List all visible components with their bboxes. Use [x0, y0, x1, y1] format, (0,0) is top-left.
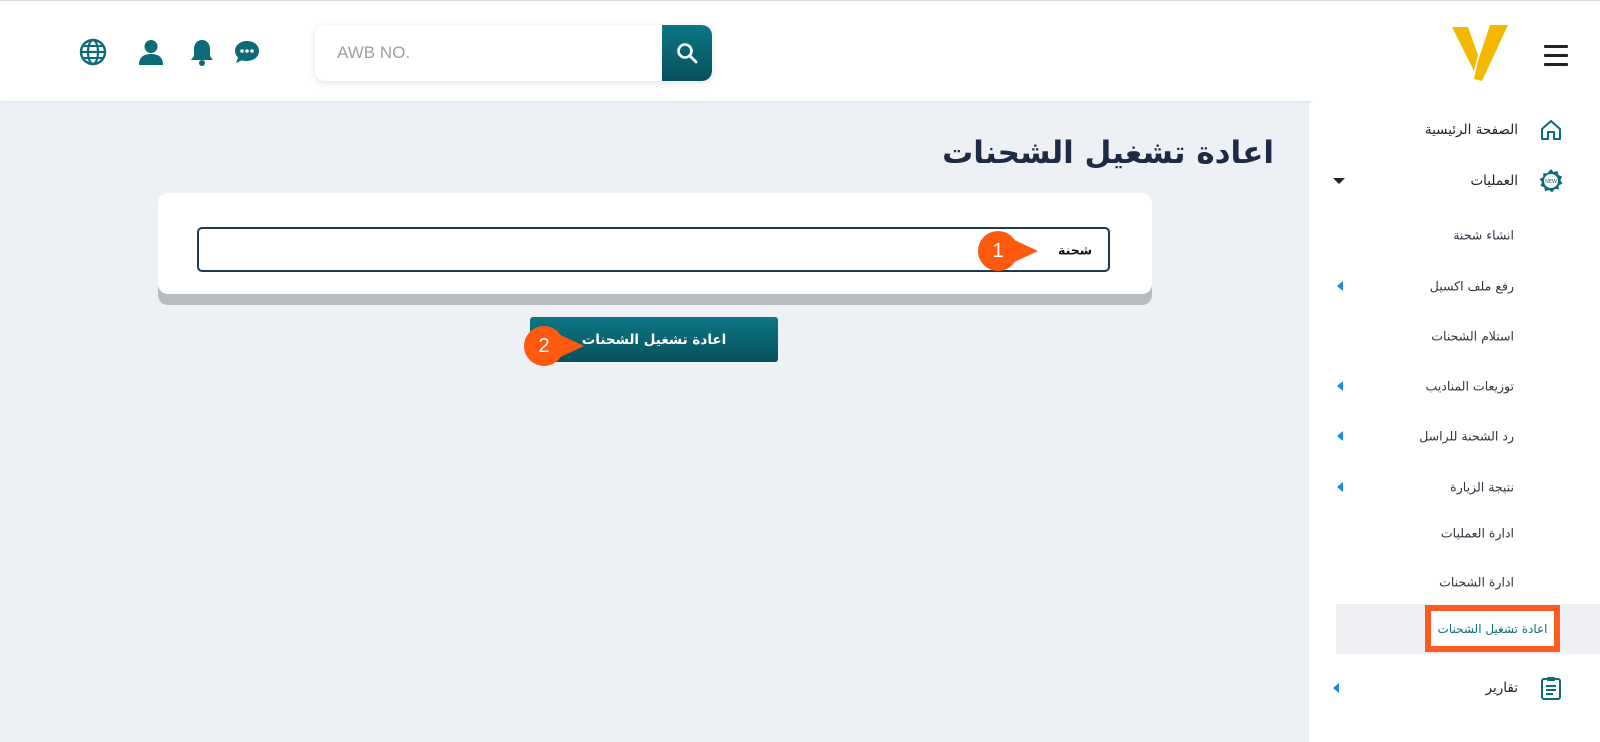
chevron-left-icon	[1333, 683, 1339, 693]
bell-icon[interactable]	[187, 37, 217, 67]
chevron-down-icon	[1333, 178, 1345, 184]
page-title: اعادة تشغيل الشحنات	[942, 135, 1274, 171]
sidebar-item-reports[interactable]: تقارير	[1309, 668, 1600, 708]
sidebar-subitem-label: ادارة العمليات	[1440, 525, 1514, 541]
sidebar-subitem-label: اعادة تشغيل الشحنات	[1437, 621, 1548, 636]
sidebar-subitem-reactivate-shipments[interactable]: اعادة تشغيل الشحنات	[1425, 605, 1560, 652]
user-icon[interactable]	[136, 37, 166, 67]
search-icon	[677, 43, 698, 64]
sidebar-subitem-label: رد الشحنة للراسل	[1419, 428, 1514, 444]
clipboard-icon	[1538, 675, 1564, 701]
sidebar-item-label: الصفحة الرئيسية	[1424, 122, 1518, 138]
step-number: 1	[992, 240, 1004, 262]
sidebar-item-label: العمليات	[1470, 173, 1518, 189]
brand-logo	[1452, 25, 1508, 81]
sidebar-subitem-label: رفع ملف اكسيل	[1429, 278, 1514, 294]
globe-icon[interactable]	[78, 37, 108, 67]
chevron-left-icon	[1337, 381, 1343, 391]
sidebar-item-label: تقارير	[1485, 680, 1518, 696]
sidebar-subitem-label: نتيجة الزيارة	[1450, 479, 1514, 495]
top-header	[0, 0, 1600, 101]
sidebar-subitem-label: استلام الشحنات	[1431, 328, 1514, 344]
chevron-left-icon	[1337, 431, 1343, 441]
sidebar: الصفحة الرئيسية NEW العمليات انشاء شحنة …	[1309, 101, 1600, 742]
step-number: 2	[538, 335, 550, 357]
hamburger-menu-button[interactable]	[1544, 45, 1570, 69]
awb-search-input[interactable]	[315, 25, 662, 81]
sidebar-subitem-label: ادارة الشحنات	[1439, 574, 1514, 590]
home-icon	[1538, 117, 1564, 143]
sidebar-subitem-label: توزيعات المناديب	[1425, 378, 1514, 394]
sidebar-subitem-operations-management[interactable]: ادارة العمليات	[1309, 513, 1600, 553]
sidebar-subitem-visit-result[interactable]: نتيجة الزيارة	[1309, 467, 1600, 507]
sidebar-subitem-receive-shipments[interactable]: استلام الشحنات	[1309, 316, 1600, 356]
sidebar-item-home[interactable]: الصفحة الرئيسية	[1309, 110, 1600, 150]
sidebar-subitem-shipments-management[interactable]: ادارة الشحنات	[1309, 562, 1600, 602]
sidebar-item-operations[interactable]: NEW العمليات	[1309, 161, 1600, 201]
new-badge-icon: NEW	[1538, 168, 1564, 194]
sidebar-subitem-return-to-sender[interactable]: رد الشحنة للراسل	[1309, 416, 1600, 456]
shipment-field-label: شحنة	[1058, 242, 1092, 257]
chevron-left-icon	[1337, 482, 1343, 492]
sidebar-subitem-courier-distribution[interactable]: توزيعات المناديب	[1309, 366, 1600, 406]
sidebar-subitem-label: انشاء شحنة	[1453, 227, 1514, 243]
step-marker-1: 1	[978, 231, 1042, 271]
sidebar-subitem-upload-excel[interactable]: رفع ملف اكسيل	[1309, 266, 1600, 306]
chevron-left-icon	[1337, 281, 1343, 291]
step-marker-2: 2	[524, 326, 588, 366]
chat-icon[interactable]	[232, 37, 262, 67]
new-badge-text: NEW	[1545, 179, 1557, 185]
awb-search	[315, 25, 712, 81]
sidebar-subitem-create-shipment[interactable]: انشاء شحنة	[1309, 215, 1600, 255]
shipment-field: شحنة	[197, 227, 1110, 272]
search-button[interactable]	[662, 25, 712, 81]
shipment-input[interactable]	[199, 229, 1019, 270]
